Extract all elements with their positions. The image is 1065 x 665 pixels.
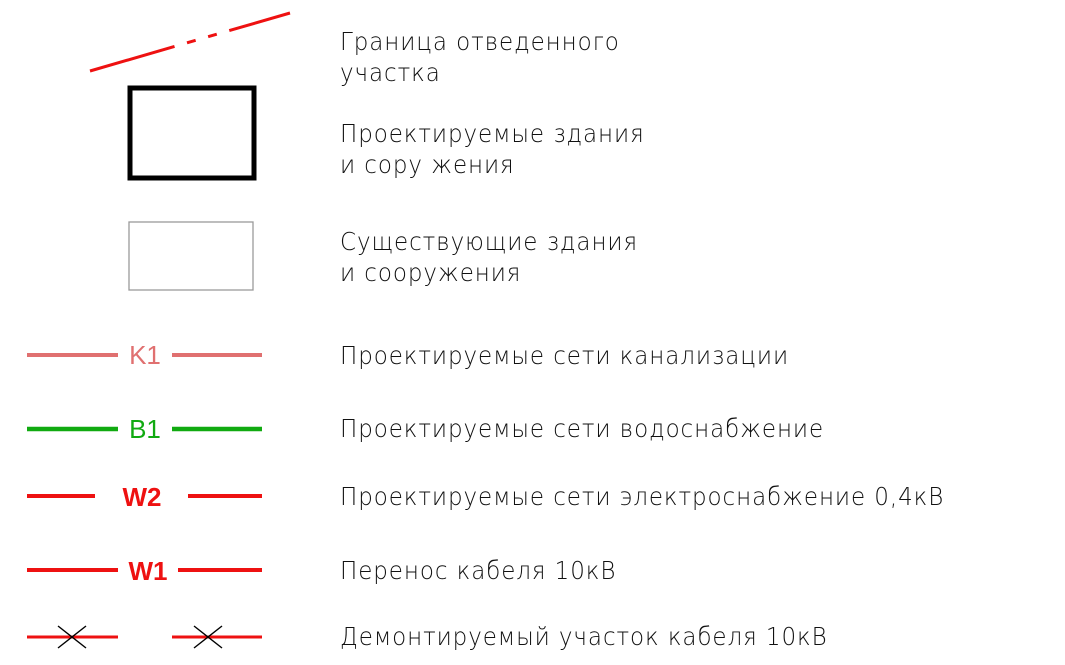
water-label-text: Проектируемые сети водоснабжение <box>340 414 825 443</box>
power-04-label: Проектируемые сети электроснабжение 0,4к… <box>340 481 944 512</box>
boundary-label-line2: участка <box>340 58 441 87</box>
dismantled-cable-label: Демонтируемый участок кабеля 10кВ <box>340 621 828 652</box>
dismantled-cable-label-text: Демонтируемый участок кабеля 10кВ <box>340 622 828 651</box>
boundary-line-symbol <box>89 11 291 73</box>
cable-relocation-label: Перенос кабеля 10кВ <box>340 555 616 586</box>
existing-buildings-label-line2: и сооружения <box>340 258 522 287</box>
cable-relocation-label-text: Перенос кабеля 10кВ <box>340 556 617 585</box>
dismantled-cable-symbol <box>27 625 262 649</box>
power-04-label-text: Проектируемые сети электроснабжение 0,4к… <box>340 482 945 511</box>
existing-buildings-label-line1: Существующие здания <box>340 227 639 256</box>
designed-buildings-label: Проектируемые здания и сорy жения <box>340 118 645 180</box>
designed-building-symbol <box>127 85 257 181</box>
water-code: B1 <box>129 414 161 444</box>
existing-building-symbol <box>128 221 254 291</box>
power-04-code: W2 <box>123 482 162 512</box>
existing-buildings-label: Существующие здания и сооружения <box>340 226 638 288</box>
boundary-label: Граница отведенного участка <box>340 26 620 88</box>
cable-relocation-code: W1 <box>129 556 168 586</box>
designed-buildings-label-line2: и сорy жения <box>340 150 515 179</box>
sewer-label-text: Проектируемые сети канализации <box>340 341 790 370</box>
water-label: Проектируемые сети водоснабжение <box>340 413 824 444</box>
boundary-label-line1: Граница отведенного <box>340 27 620 56</box>
sewer-code: K1 <box>129 340 161 370</box>
designed-buildings-label-line1: Проектируемые здания <box>340 119 645 148</box>
sewer-label: Проектируемые сети канализации <box>340 340 789 371</box>
